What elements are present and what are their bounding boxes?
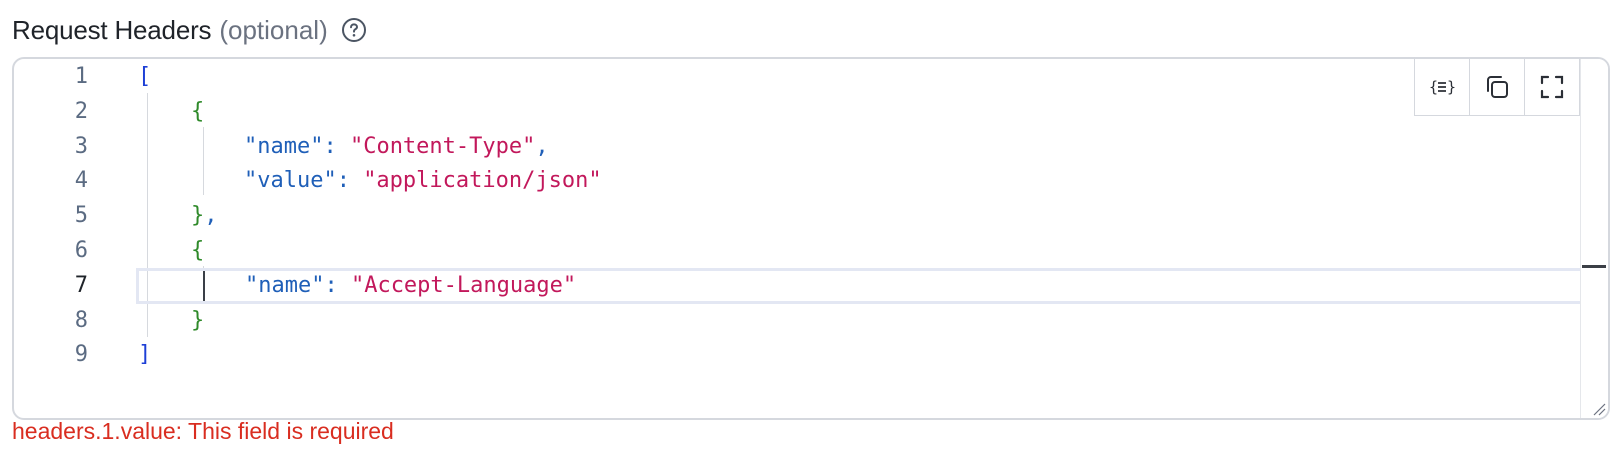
code-line[interactable]: { — [138, 233, 1580, 269]
fullscreen-icon — [1540, 75, 1564, 99]
code-line[interactable]: "name": "Content-Type", — [138, 129, 1580, 165]
line-number-gutter: 1 2 3 4 5 6 7 8 9 — [14, 59, 124, 418]
line-number: 4 — [74, 168, 88, 194]
code-token: [ — [138, 64, 152, 89]
code-token: : — [324, 272, 351, 298]
svg-text:{: { — [1429, 78, 1438, 96]
line-number: 9 — [74, 342, 88, 368]
code-token: "name" — [244, 272, 325, 298]
line-number: 1 — [74, 64, 88, 89]
format-json-button[interactable]: { } — [1415, 59, 1469, 115]
code-token: } — [190, 307, 205, 333]
active-code-line[interactable]: "name": "Accept-Language" — [136, 267, 1608, 304]
code-token: : — [336, 168, 364, 194]
code-token: , — [535, 133, 549, 159]
code-token: "Accept-Language" — [350, 272, 577, 298]
copy-icon — [1487, 76, 1508, 98]
code-token: : — [323, 133, 350, 159]
code-line[interactable]: } — [138, 303, 1580, 339]
question-circle-icon[interactable] — [340, 16, 368, 44]
code-token: { — [190, 238, 205, 263]
field-label: Request Headers — [12, 14, 212, 45]
cursor-position-marker — [1582, 265, 1606, 268]
copy-button[interactable] — [1469, 59, 1524, 115]
code-token: "Content-Type" — [349, 133, 536, 159]
line-number: 3 — [74, 133, 88, 159]
line-number: 5 — [74, 203, 88, 229]
code-line[interactable]: [ — [138, 59, 1580, 95]
code-token: } — [190, 203, 205, 229]
line-number: 7 — [74, 272, 88, 298]
code-line[interactable]: ] — [138, 337, 1580, 373]
line-number: 2 — [74, 98, 88, 124]
format-json-icon: { } — [1429, 78, 1456, 96]
fullscreen-button[interactable] — [1524, 59, 1579, 115]
code-token: , — [204, 203, 218, 229]
field-label-row: Request Headers (optional) — [12, 12, 368, 48]
code-token: "name" — [243, 133, 324, 159]
code-token: { — [190, 98, 205, 124]
line-number: 8 — [74, 307, 88, 333]
code-line[interactable]: "value": "application/json" — [138, 163, 1580, 199]
code-token: "value" — [243, 168, 337, 194]
resize-handle-icon[interactable] — [1592, 402, 1606, 416]
svg-text:}: } — [1447, 78, 1456, 96]
code-line[interactable]: }, — [138, 198, 1580, 234]
vertical-scrollbar[interactable] — [1580, 59, 1608, 418]
json-code-editor[interactable]: 1 2 3 4 5 6 7 8 9 [ { "name": "Content-Type", "v… — [12, 57, 1610, 420]
line-number: 6 — [74, 238, 88, 263]
code-token: "application/json" — [363, 168, 602, 194]
validation-error-message: headers.1.value: This field is required — [12, 418, 394, 444]
editor-toolbar: { } — [1414, 59, 1580, 116]
code-line[interactable]: { — [138, 94, 1580, 130]
code-content[interactable]: [ { "name": "Content-Type", "value": "ap… — [136, 59, 1608, 418]
code-token: ] — [138, 342, 152, 368]
optional-hint: (optional) — [219, 14, 328, 45]
